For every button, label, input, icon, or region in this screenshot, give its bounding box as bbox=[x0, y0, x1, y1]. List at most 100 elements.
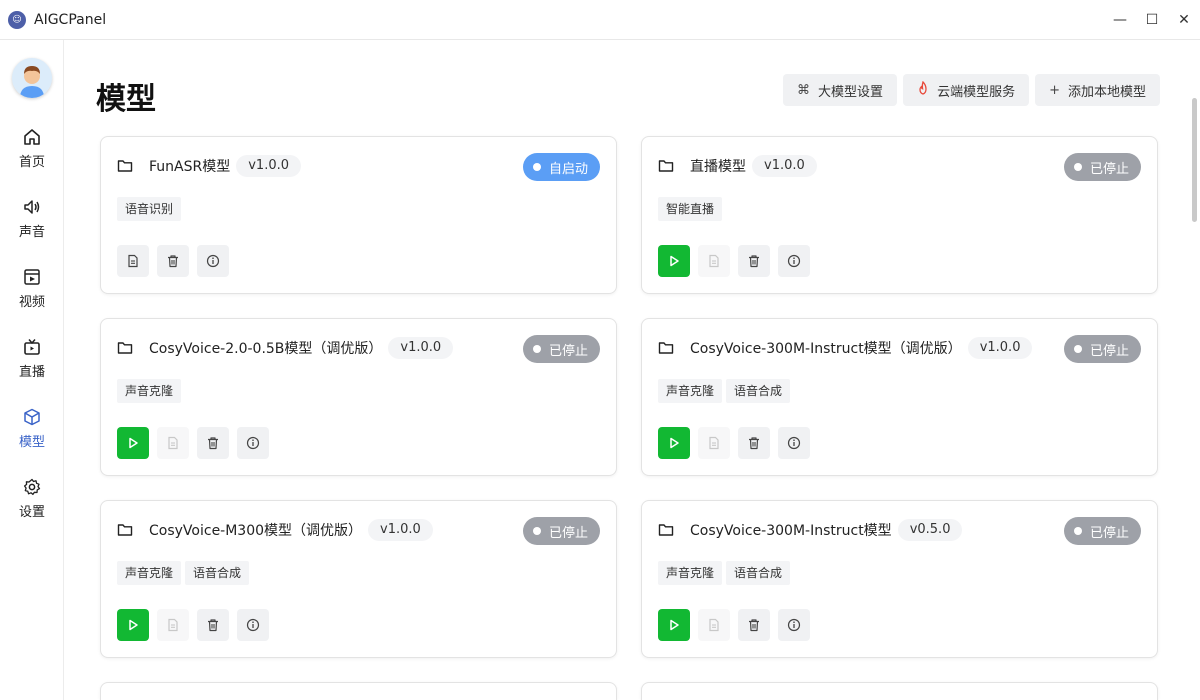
model-actions bbox=[117, 609, 269, 641]
model-card-header: FunASR模型 v1.0.0 bbox=[117, 155, 302, 177]
command-icon: ⌘ bbox=[797, 82, 811, 98]
folder-icon bbox=[117, 524, 133, 536]
title-bar: ☺ AIGCPanel — ☐ ✕ bbox=[0, 0, 1200, 40]
sidebar-item-video[interactable]: 视频 bbox=[0, 254, 64, 324]
scrollbar-thumb[interactable] bbox=[1192, 98, 1197, 222]
info-icon bbox=[206, 254, 220, 268]
delete-model-button[interactable] bbox=[738, 609, 770, 641]
button-label: 大模型设置 bbox=[818, 84, 884, 100]
folder-icon bbox=[117, 342, 133, 354]
model-card-header: CosyVoice-300M-Instruct模型 v0.5.0 bbox=[658, 519, 963, 541]
sidebar-item-label: 直播 bbox=[18, 365, 45, 380]
trash-icon bbox=[168, 255, 178, 268]
scrollbar[interactable] bbox=[1188, 40, 1200, 700]
model-tags: 声音克隆 语音合成 bbox=[658, 561, 791, 585]
model-tag: 声音克隆 bbox=[117, 379, 182, 403]
status-label: 已停止 bbox=[548, 343, 588, 359]
model-tags: 语音识别 bbox=[117, 197, 182, 221]
model-tag: 语音合成 bbox=[726, 561, 791, 585]
model-card bbox=[641, 682, 1158, 700]
delete-model-button[interactable] bbox=[197, 427, 229, 459]
status-dot-icon bbox=[532, 345, 541, 353]
start-model-button[interactable] bbox=[658, 245, 690, 277]
avatar-icon bbox=[11, 58, 52, 98]
document-icon bbox=[709, 254, 719, 268]
status-badge[interactable]: 已停止 bbox=[522, 517, 600, 545]
avatar[interactable] bbox=[11, 58, 52, 98]
delete-model-button[interactable] bbox=[197, 609, 229, 641]
main-content: 模型 ⌘ 大模型设置 云端模型服务 + 添加本地模型 FunASR模型 v1.0.… bbox=[64, 40, 1188, 700]
log-button bbox=[157, 427, 189, 459]
close-button[interactable]: ✕ bbox=[1168, 0, 1200, 40]
window-controls: — ☐ ✕ bbox=[1104, 0, 1200, 40]
maximize-button[interactable]: ☐ bbox=[1136, 0, 1168, 40]
model-info-button[interactable] bbox=[778, 427, 810, 459]
button-label: 添加本地模型 bbox=[1067, 84, 1146, 100]
trash-icon bbox=[749, 619, 759, 632]
version-badge: v0.5.0 bbox=[897, 519, 963, 541]
sidebar-item-models[interactable]: 模型 bbox=[0, 394, 64, 464]
trash-icon bbox=[208, 619, 218, 632]
minimize-button[interactable]: — bbox=[1104, 0, 1136, 40]
llm-settings-button[interactable]: ⌘ 大模型设置 bbox=[783, 74, 898, 106]
model-tag: 语音合成 bbox=[185, 561, 250, 585]
status-label: 已停止 bbox=[1089, 161, 1129, 177]
info-icon bbox=[246, 436, 260, 450]
status-badge[interactable]: 已停止 bbox=[1063, 153, 1141, 181]
model-tag: 声音克隆 bbox=[117, 561, 182, 585]
add-local-model-button[interactable]: + 添加本地模型 bbox=[1035, 74, 1160, 106]
model-card-header: CosyVoice-2.0-0.5B模型（调优版） v1.0.0 bbox=[117, 337, 454, 359]
sidebar-item-label: 设置 bbox=[18, 505, 45, 520]
play-icon bbox=[129, 619, 138, 631]
log-button[interactable] bbox=[117, 245, 149, 277]
sidebar-item-settings[interactable]: 设置 bbox=[0, 464, 64, 534]
sidebar-nav: 首页 声音 视频 直播 模型 设置 bbox=[0, 114, 63, 534]
status-badge[interactable]: 已停止 bbox=[1063, 517, 1141, 545]
model-actions bbox=[117, 427, 269, 459]
model-card-header: 直播模型 v1.0.0 bbox=[658, 155, 817, 177]
model-info-button[interactable] bbox=[237, 427, 269, 459]
sidebar-item-sound[interactable]: 声音 bbox=[0, 184, 64, 254]
status-dot-icon bbox=[532, 163, 541, 171]
document-icon bbox=[168, 436, 178, 450]
start-model-button[interactable] bbox=[117, 427, 149, 459]
start-model-button[interactable] bbox=[658, 427, 690, 459]
version-badge: v1.0.0 bbox=[752, 155, 817, 177]
page-actions: ⌘ 大模型设置 云端模型服务 + 添加本地模型 bbox=[783, 74, 1160, 106]
model-tags: 声音克隆 bbox=[117, 379, 182, 403]
status-badge[interactable]: 已停止 bbox=[522, 335, 600, 363]
info-icon bbox=[246, 618, 260, 632]
delete-model-button[interactable] bbox=[738, 245, 770, 277]
model-actions bbox=[658, 427, 810, 459]
status-label: 已停止 bbox=[1089, 525, 1129, 541]
video-icon bbox=[24, 269, 40, 285]
folder-icon bbox=[658, 342, 674, 354]
status-badge[interactable]: 已停止 bbox=[1063, 335, 1141, 363]
model-card-header: CosyVoice-M300模型（调优版） v1.0.0 bbox=[117, 519, 433, 541]
model-tag: 声音克隆 bbox=[658, 561, 723, 585]
model-actions bbox=[658, 245, 810, 277]
model-name: CosyVoice-300M-Instruct模型（调优版） bbox=[690, 341, 962, 357]
model-info-button[interactable] bbox=[778, 245, 810, 277]
model-actions bbox=[658, 609, 810, 641]
model-info-button[interactable] bbox=[237, 609, 269, 641]
start-model-button[interactable] bbox=[117, 609, 149, 641]
sidebar-item-home[interactable]: 首页 bbox=[0, 114, 64, 184]
status-dot-icon bbox=[1073, 527, 1082, 535]
model-info-button[interactable] bbox=[778, 609, 810, 641]
model-card: CosyVoice-300M-Instruct模型 v0.5.0 已停止声音克隆 语音… bbox=[641, 500, 1158, 658]
speaker-icon bbox=[24, 200, 40, 214]
model-card-header: CosyVoice-300M-Instruct模型（调优版） v1.0.0 bbox=[658, 337, 1033, 359]
cloud-model-service-button[interactable]: 云端模型服务 bbox=[903, 74, 1030, 106]
play-icon bbox=[670, 437, 679, 449]
delete-model-button[interactable] bbox=[157, 245, 189, 277]
status-badge[interactable]: 自启动 bbox=[522, 153, 600, 181]
sidebar-item-live[interactable]: 直播 bbox=[0, 324, 64, 394]
model-info-button[interactable] bbox=[197, 245, 229, 277]
delete-model-button[interactable] bbox=[738, 427, 770, 459]
sidebar-item-label: 视频 bbox=[18, 295, 45, 310]
version-badge: v1.0.0 bbox=[388, 337, 454, 359]
start-model-button[interactable] bbox=[658, 609, 690, 641]
version-badge: v1.0.0 bbox=[967, 337, 1033, 359]
status-dot-icon bbox=[1073, 345, 1082, 353]
